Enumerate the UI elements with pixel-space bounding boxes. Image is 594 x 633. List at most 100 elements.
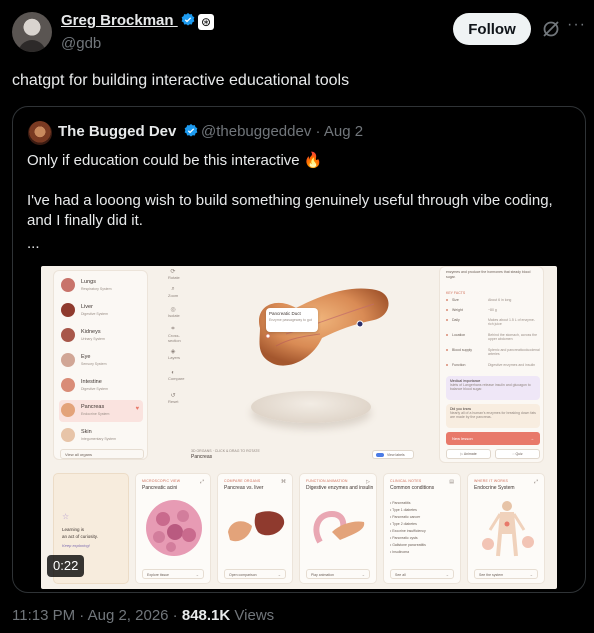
heart-icon: ♥ — [135, 406, 139, 412]
facts-heading: KEY FACTS — [446, 291, 466, 295]
fact-key: Location — [452, 333, 466, 337]
openai-logo-icon: ⊛ — [198, 14, 214, 30]
video-player[interactable]: Lungs Respiratory System Liver Digestive… — [41, 266, 557, 589]
author-avatar[interactable] — [12, 12, 52, 52]
view-labels-toggle[interactable]: View labels — [372, 450, 414, 459]
card-function-animation[interactable]: FUNCTION ANIMATION Digestive enzymes and… — [299, 473, 377, 584]
pancreas-icon — [61, 403, 75, 417]
card-compare-organs[interactable]: COMPARE ORGANS Pancreas vs. liver ⌘ Open… — [217, 473, 293, 584]
fact-key: Function — [452, 363, 466, 367]
tool-reset[interactable]: ↺ Reset — [168, 392, 178, 404]
card-action[interactable]: Open comparison → — [224, 569, 286, 579]
rotate-icon: ⟳ — [170, 269, 176, 275]
fact-value: About 6 in long — [488, 298, 512, 302]
animate-label: Animate — [463, 452, 477, 456]
follow-button[interactable]: Follow — [453, 13, 531, 45]
animate-button[interactable]: ▷ Animate — [446, 449, 491, 459]
card-title: Pancreatic acini — [142, 485, 178, 491]
sidebar-item-label: Lungs — [81, 279, 96, 285]
sidebar-item-sub: Digestive System — [81, 387, 109, 391]
digestion-animation-image — [313, 510, 365, 544]
more-options-icon[interactable]: ··· — [567, 16, 586, 34]
new-lesson-button[interactable]: New lesson → — [446, 432, 540, 445]
card-action[interactable]: See all → — [390, 569, 454, 579]
pancreas-liver-image — [228, 511, 285, 542]
liver-icon — [61, 303, 75, 317]
document-icon[interactable]: ▤ — [449, 479, 454, 485]
sidebar-item-skin[interactable]: Skin Integumentary System — [59, 425, 143, 447]
tool-label: Reset — [168, 399, 179, 404]
expand-icon[interactable]: ⤢ — [534, 479, 538, 485]
tool-rotate[interactable]: ⟳ Rotate — [168, 268, 180, 280]
card-where-it-works[interactable]: WHERE IT WORKS Endocrine System ⤢ See th… — [467, 473, 545, 584]
grok-icon[interactable] — [541, 19, 561, 39]
play-icon[interactable]: ▷ — [366, 479, 370, 485]
tool-isolate[interactable]: ◎ Isolate — [168, 306, 180, 318]
list-item-text: Type 1 diabetes — [392, 508, 417, 512]
sidebar-item-liver[interactable]: Liver Digestive System — [59, 300, 143, 322]
card-action[interactable]: See the system → — [474, 569, 538, 579]
organ-sidebar: Lungs Respiratory System Liver Digestive… — [53, 270, 148, 460]
curiosity-line3: Keep exploring! — [62, 543, 90, 548]
sidebar-item-intestine[interactable]: Intestine Digestive System — [59, 375, 143, 397]
list-item: • Exocrine insufficiency — [390, 529, 426, 533]
sidebar-item-eye[interactable]: Eye Sensory System — [59, 350, 143, 372]
sidebar-item-kidneys[interactable]: Kidneys Urinary System — [59, 325, 143, 347]
view-all-organs-button[interactable]: View all organs — [60, 449, 144, 459]
tool-zoom[interactable]: ⌕ Zoom — [168, 286, 178, 298]
tool-cross-section[interactable]: ⌗ Cross-section — [168, 326, 181, 343]
sidebar-item-label: Eye — [81, 354, 91, 360]
tweet-date[interactable]: Aug 2, 2026 — [88, 607, 169, 624]
list-item: • Pancreatic cysts — [390, 536, 418, 540]
tool-compare[interactable]: ◐ Compare — [168, 370, 184, 381]
organ-3d-viewer[interactable]: Pancreatic Duct Enzyme passageway to gut… — [186, 266, 434, 461]
verified-badge-icon — [184, 124, 197, 137]
sidebar-item-label: Kidneys — [81, 329, 101, 335]
video-duration-badge: 0:22 — [47, 555, 85, 577]
tool-label: Layers — [168, 355, 181, 360]
quoted-date: Aug 2 — [323, 123, 364, 140]
list-item-text: Gallstone pancreatitis — [392, 543, 426, 547]
author-name-text[interactable]: Greg Brockman — [61, 12, 174, 29]
tweet-time[interactable]: 11:13 PM — [12, 607, 75, 624]
layers-icon: ◈ — [170, 349, 176, 355]
sidebar-item-pancreas[interactable]: Pancreas Endocrine System ♥ — [59, 400, 143, 422]
fact-value: Digestive enzymes and insulin — [488, 363, 536, 367]
expand-icon[interactable]: ⤢ — [200, 479, 204, 485]
info-panel: enzymes and produce the hormones that st… — [439, 266, 544, 463]
share-icon[interactable]: ⌘ — [281, 479, 286, 485]
card-action[interactable]: Explore tissue → — [142, 569, 204, 579]
card-action-label: See all — [395, 573, 406, 577]
arrow-right-icon: → — [529, 573, 534, 577]
quiz-button[interactable]: ◌ Quiz — [495, 449, 540, 459]
card-microscopic-view[interactable]: MICROSCOPIC VIEW Pancreatic acini ⤢ Expl… — [135, 473, 211, 584]
sparkle-icon: ☆ — [62, 512, 70, 521]
quoted-tweet[interactable]: The Bugged Dev @thebuggeddev · Aug 2 Onl… — [12, 106, 586, 593]
fact-row: Location Behind the stomach, across the u… — [446, 333, 540, 343]
card-title: Pancreas vs. liver — [224, 485, 264, 491]
arrow-right-icon: → — [445, 573, 450, 577]
author-handle[interactable]: @gdb — [61, 35, 101, 52]
card-tag: CLINICAL NOTES — [390, 479, 422, 483]
sidebar-item-label: Pancreas — [81, 404, 105, 410]
tool-layers[interactable]: ◈ Layers — [168, 348, 181, 360]
viewer-organ-name: Pancreas — [191, 454, 213, 460]
conditions-list: • Pancreatitis • Type 1 diabetes • Pancr… — [390, 500, 426, 556]
microscopic-tissue-image — [146, 500, 202, 556]
card-clinical-notes[interactable]: CLINICAL NOTES Common conditions ▤ • Pan… — [383, 473, 461, 584]
skin-icon — [61, 428, 75, 442]
card-tag: WHERE IT WORKS — [474, 479, 509, 483]
callout-text: Islets of Langerhans release insulin and… — [450, 383, 531, 391]
card-action[interactable]: Play animation → — [306, 569, 370, 579]
list-item: • Pancreatitis — [390, 501, 411, 505]
card-title: Common conditions — [390, 485, 435, 491]
quoted-author-name-text: The Bugged Dev — [58, 123, 177, 140]
author-name[interactable]: Greg Brockman — [61, 12, 196, 29]
tool-label: Zoom — [168, 293, 179, 298]
list-item-text: Pancreatic cysts — [392, 536, 418, 540]
list-item: • Pancreatic cancer — [390, 515, 421, 519]
curiosity-text: Learning is an act of curiosity. — [62, 526, 98, 540]
fact-value: ~80 g — [488, 308, 497, 312]
sidebar-item-lungs[interactable]: Lungs Respiratory System — [59, 275, 143, 297]
tooltip-sub: Enzyme passageway to gut — [269, 318, 312, 322]
